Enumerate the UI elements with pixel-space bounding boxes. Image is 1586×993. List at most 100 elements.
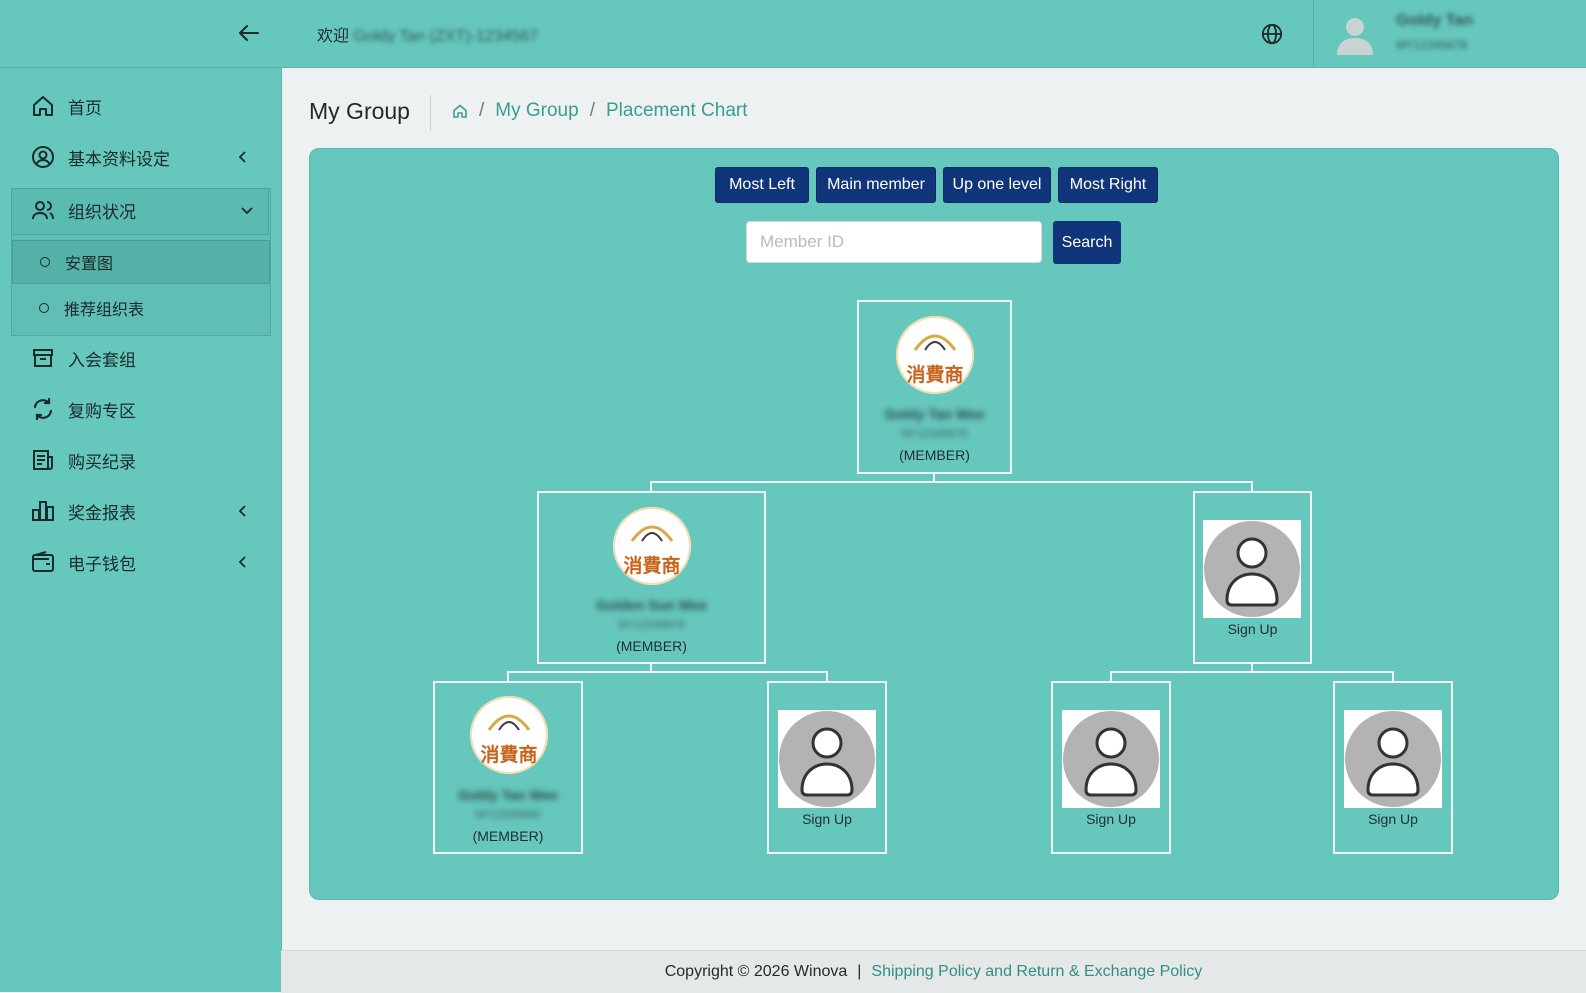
divider <box>1313 0 1314 67</box>
globe-icon[interactable] <box>1261 23 1283 45</box>
member-role: (MEMBER) <box>616 638 687 654</box>
empty-user-avatar-icon <box>1062 710 1160 808</box>
page-title: My Group <box>309 98 410 124</box>
sidebar-item-repurchase[interactable]: 复购专区 <box>0 387 281 431</box>
tree-connector <box>1110 671 1394 673</box>
user-name[interactable]: Goldy Tan <box>1396 12 1473 30</box>
member-id: MY12345679 <box>618 619 685 631</box>
most-left-button[interactable]: Most Left <box>715 167 809 203</box>
circle-icon <box>39 303 49 313</box>
up-one-level-button[interactable]: Up one level <box>943 167 1051 203</box>
breadcrumb-placement-chart: Placement Chart <box>605 100 748 121</box>
sidebar: 首页 基本资料设定 组织状况 安置图 推荐组织表 入会套组 复购专区 购买纪录 … <box>0 0 282 992</box>
main-member-button[interactable]: Main member <box>816 167 936 203</box>
copyright-text: Copyright © 2026 Winova <box>664 963 848 980</box>
home-icon[interactable] <box>452 103 468 119</box>
sidebar-subitem-sponsor[interactable]: 推荐组织表 <box>12 287 268 329</box>
logo-text: 消費商 <box>480 744 538 766</box>
member-name: Goldy Tan Wee <box>884 406 985 422</box>
tree-node-left-right[interactable]: Sign Up <box>767 681 887 854</box>
sidebar-item-home[interactable]: 首页 <box>0 84 281 128</box>
member-role: (MEMBER) <box>472 828 544 844</box>
sidebar-item-e-wallet[interactable]: 电子钱包 <box>0 540 281 584</box>
tree-connector <box>1392 671 1394 681</box>
sidebar-subitem-label: 推荐组织表 <box>64 302 145 319</box>
sign-up-label[interactable]: Sign Up <box>1053 811 1169 827</box>
footer: Copyright © 2026 Winova | Shipping Polic… <box>281 950 1586 993</box>
most-right-button[interactable]: Most Right <box>1058 167 1158 203</box>
policy-link[interactable]: Shipping Policy and Return & Exchange Po… <box>871 963 1202 981</box>
refresh-icon <box>30 396 56 422</box>
sidebar-item-label: 奖金报表 <box>68 503 136 523</box>
circle-icon <box>40 257 50 267</box>
sidebar-subitem-placement[interactable]: 安置图 <box>12 240 270 284</box>
chevron-left-icon <box>238 505 246 517</box>
tree-node-left-left[interactable]: 消費商 Goldy Tan Wee MY12345680 (MEMBER) <box>433 681 583 854</box>
sidebar-item-profile[interactable]: 基本资料设定 <box>0 135 281 179</box>
user-id: MY12345678 <box>1396 38 1468 52</box>
sidebar-item-label: 基本资料设定 <box>68 149 170 169</box>
member-name: Goldy Tan Wee <box>458 787 558 803</box>
consumer-logo-icon: 消費商 <box>613 507 691 585</box>
sidebar-item-label: 复购专区 <box>68 401 136 421</box>
bar-chart-icon <box>30 498 56 524</box>
consumer-logo-icon: 消費商 <box>896 316 974 394</box>
breadcrumb-my-group[interactable]: My Group <box>495 100 578 122</box>
footer-separator: | <box>857 963 862 980</box>
member-id: MY12345678 <box>901 428 968 440</box>
sidebar-subitem-label: 安置图 <box>65 256 114 273</box>
breadcrumb: / My Group / Placement Chart <box>452 100 748 122</box>
tree-connector <box>826 671 828 681</box>
wallet-icon <box>30 549 56 575</box>
home-icon <box>30 93 56 119</box>
sidebar-item-bonus-report[interactable]: 奖金报表 <box>0 489 281 533</box>
empty-user-avatar-icon <box>778 710 876 808</box>
user-circle-icon <box>30 144 56 170</box>
sidebar-item-label: 电子钱包 <box>68 554 136 574</box>
sidebar-item-organization-label[interactable]: 组织状况 <box>0 188 281 232</box>
welcome-username: Goldy Tan (ZXT)-1234567 <box>353 28 539 45</box>
empty-user-avatar-icon <box>1203 520 1301 618</box>
sidebar-header <box>0 0 281 68</box>
welcome-label: 欢迎 <box>317 28 350 45</box>
chevron-left-icon <box>238 151 246 163</box>
member-name: Golden Sun Wee <box>596 597 707 613</box>
consumer-logo-icon: 消費商 <box>470 696 548 774</box>
tree-node-right-left[interactable]: Sign Up <box>1051 681 1171 854</box>
sidebar-item-label: 购买纪录 <box>68 452 136 472</box>
sidebar-item-label: 组织状况 <box>68 202 136 222</box>
receipt-icon <box>30 447 56 473</box>
sidebar-item-label: 入会套组 <box>68 350 136 370</box>
member-id-input[interactable]: Member ID <box>746 221 1042 263</box>
tree-connector <box>507 671 509 681</box>
tree-node-right-right[interactable]: Sign Up <box>1333 681 1453 854</box>
breadcrumb-separator: / <box>479 100 485 121</box>
breadcrumb-separator: / <box>589 100 595 121</box>
member-id: MY12345680 <box>475 809 541 821</box>
sidebar-item-purchase-history[interactable]: 购买纪录 <box>0 438 281 482</box>
chevron-left-icon <box>238 556 246 568</box>
sidebar-item-label: 首页 <box>68 98 102 118</box>
search-button[interactable]: Search <box>1053 221 1121 264</box>
top-bar: 欢迎 Goldy Tan (ZXT)-1234567 Goldy Tan MY1… <box>281 0 1586 68</box>
tree-node-right[interactable]: Sign Up <box>1193 491 1312 664</box>
sign-up-label[interactable]: Sign Up <box>1195 621 1310 637</box>
chevron-down-icon <box>241 207 253 215</box>
tree-connector <box>1110 671 1112 681</box>
logo-text: 消費商 <box>906 364 964 386</box>
arrow-left-icon[interactable] <box>236 20 262 46</box>
archive-icon <box>30 345 56 371</box>
sidebar-item-membership-package[interactable]: 入会套组 <box>0 336 281 380</box>
logo-text: 消費商 <box>623 555 681 577</box>
users-icon <box>30 197 56 223</box>
avatar[interactable] <box>1334 13 1376 55</box>
sign-up-label[interactable]: Sign Up <box>1335 811 1451 827</box>
sign-up-label[interactable]: Sign Up <box>769 811 885 827</box>
tree-node-left[interactable]: 消費商 Golden Sun Wee MY12345679 (MEMBER) <box>537 491 766 664</box>
divider <box>430 95 431 131</box>
tree-connector <box>507 671 828 673</box>
member-role: (MEMBER) <box>899 447 970 463</box>
welcome-text: 欢迎 Goldy Tan (ZXT)-1234567 <box>317 22 538 46</box>
tree-node-root[interactable]: 消費商 Goldy Tan Wee MY12345678 (MEMBER) <box>857 300 1012 474</box>
empty-user-avatar-icon <box>1344 710 1442 808</box>
